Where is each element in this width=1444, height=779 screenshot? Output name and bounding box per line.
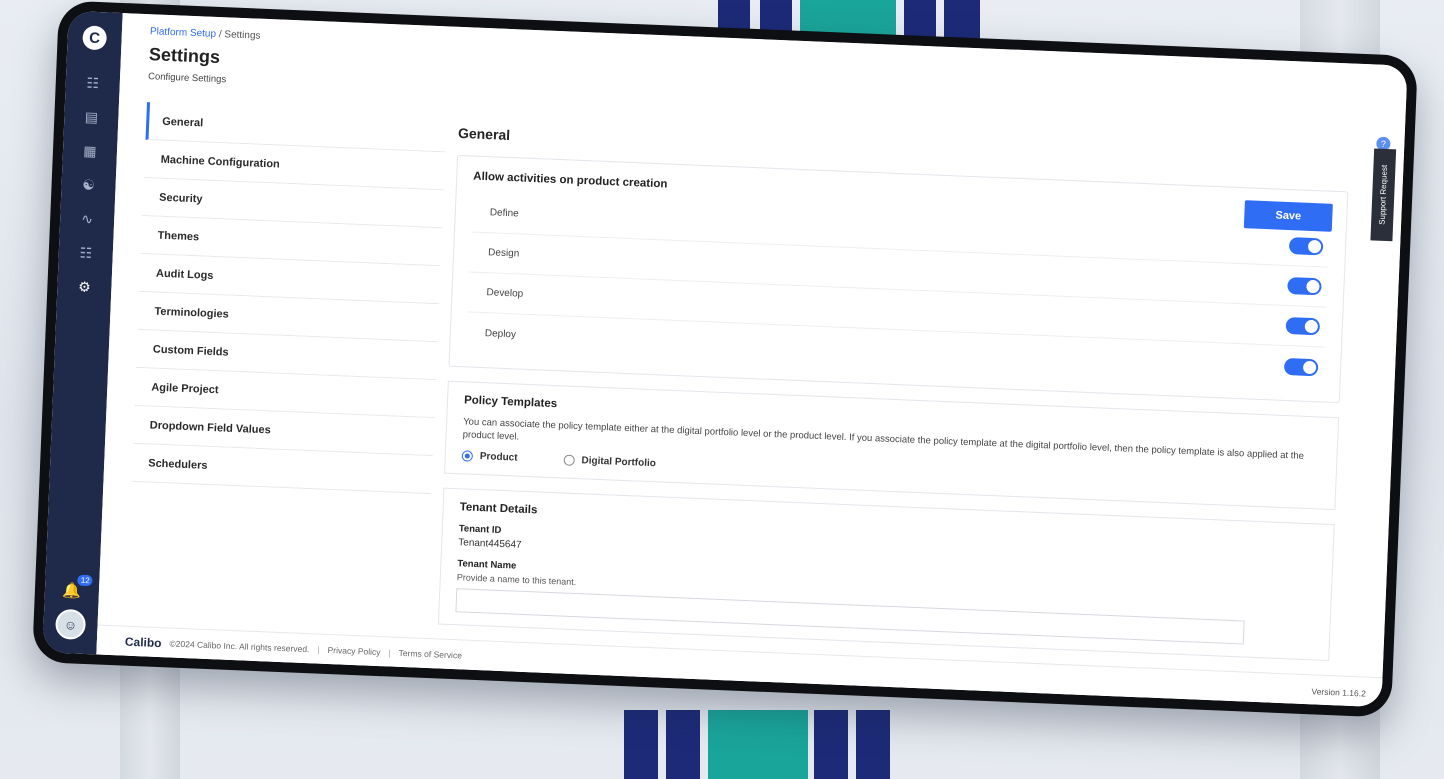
radio-label: Digital Portfolio bbox=[581, 454, 657, 469]
board-icon[interactable]: ▦ bbox=[74, 135, 105, 166]
page-subtitle: Configure Settings bbox=[147, 71, 227, 86]
radio-digital-portfolio[interactable]: Digital Portfolio bbox=[563, 454, 656, 469]
privacy-policy-link[interactable]: Privacy Policy bbox=[327, 644, 380, 656]
policy-templates-card: Policy Templates You can associate the p… bbox=[444, 380, 1340, 510]
chart-icon[interactable]: ∿ bbox=[72, 203, 103, 234]
activity-label: Develop bbox=[486, 287, 524, 300]
avatar[interactable]: ☺ bbox=[54, 608, 87, 640]
background-stripe bbox=[624, 710, 658, 779]
breadcrumb-separator: / bbox=[218, 28, 222, 41]
briefcase-icon[interactable]: ▤ bbox=[76, 101, 107, 132]
breadcrumb-link-platform-setup[interactable]: Platform Setup bbox=[150, 26, 217, 40]
calibo-logo-icon[interactable]: C bbox=[82, 25, 108, 51]
background-stripe bbox=[814, 710, 848, 779]
people-icon[interactable]: ☯ bbox=[73, 169, 104, 200]
bell-icon[interactable]: 🔔 12 bbox=[62, 574, 93, 600]
tenant-details-card: Tenant Details Tenant ID Tenant445647 Te… bbox=[437, 487, 1335, 661]
footer-separator: | bbox=[317, 644, 320, 655]
activities-list: Define Design Develop Deploy bbox=[466, 192, 1330, 388]
settings-content: General Allow activities on product crea… bbox=[437, 125, 1350, 661]
footer-brand: Calibo bbox=[124, 634, 162, 650]
breadcrumb: Platform Setup / Settings bbox=[150, 26, 261, 42]
radio-button-checked[interactable] bbox=[461, 449, 474, 462]
radio-product[interactable]: Product bbox=[461, 449, 518, 464]
activity-toggle-deploy[interactable] bbox=[1283, 357, 1319, 376]
activity-label: Design bbox=[487, 247, 520, 260]
gear-icon[interactable]: ⚙ bbox=[69, 271, 100, 302]
radio-label: Product bbox=[479, 450, 518, 464]
support-request-tab[interactable]: Support Request bbox=[1370, 148, 1397, 242]
app-screen: C ☷ ▤ ▦ ☯ ∿ ☷ ⚙ 🔔 12 ☺ Platform Setup / … bbox=[42, 10, 1408, 708]
breadcrumb-current: Settings bbox=[224, 29, 261, 42]
apps-icon[interactable]: ☷ bbox=[77, 67, 108, 98]
main-area: Platform Setup / Settings Settings Confi… bbox=[96, 13, 1408, 708]
settings-nav: General Machine Configuration Security T… bbox=[131, 102, 447, 495]
background-stripe bbox=[856, 710, 890, 779]
activity-toggle-develop[interactable] bbox=[1285, 316, 1321, 336]
background-stripe bbox=[666, 710, 700, 779]
rail-bottom: 🔔 12 ☺ bbox=[54, 574, 93, 640]
terms-of-service-link[interactable]: Terms of Service bbox=[398, 647, 462, 660]
tablet-device: C ☷ ▤ ▦ ☯ ∿ ☷ ⚙ 🔔 12 ☺ Platform Setup / … bbox=[31, 0, 1419, 718]
activities-card: Allow activities on product creation Sav… bbox=[448, 154, 1349, 404]
radio-button[interactable] bbox=[563, 454, 575, 466]
activity-label: Define bbox=[489, 207, 519, 220]
notification-badge: 12 bbox=[77, 574, 93, 587]
footer-copyright: ©2024 Calibo Inc. All rights reserved. bbox=[169, 637, 310, 654]
footer-separator: | bbox=[388, 646, 391, 658]
activity-label: Deploy bbox=[484, 327, 517, 340]
save-button[interactable]: Save bbox=[1243, 200, 1333, 232]
activity-toggle-define[interactable] bbox=[1288, 237, 1324, 256]
activity-toggle-design[interactable] bbox=[1287, 277, 1322, 296]
page-title: Settings bbox=[148, 44, 221, 68]
org-icon[interactable]: ☷ bbox=[70, 237, 101, 268]
background-stripe bbox=[708, 710, 808, 779]
